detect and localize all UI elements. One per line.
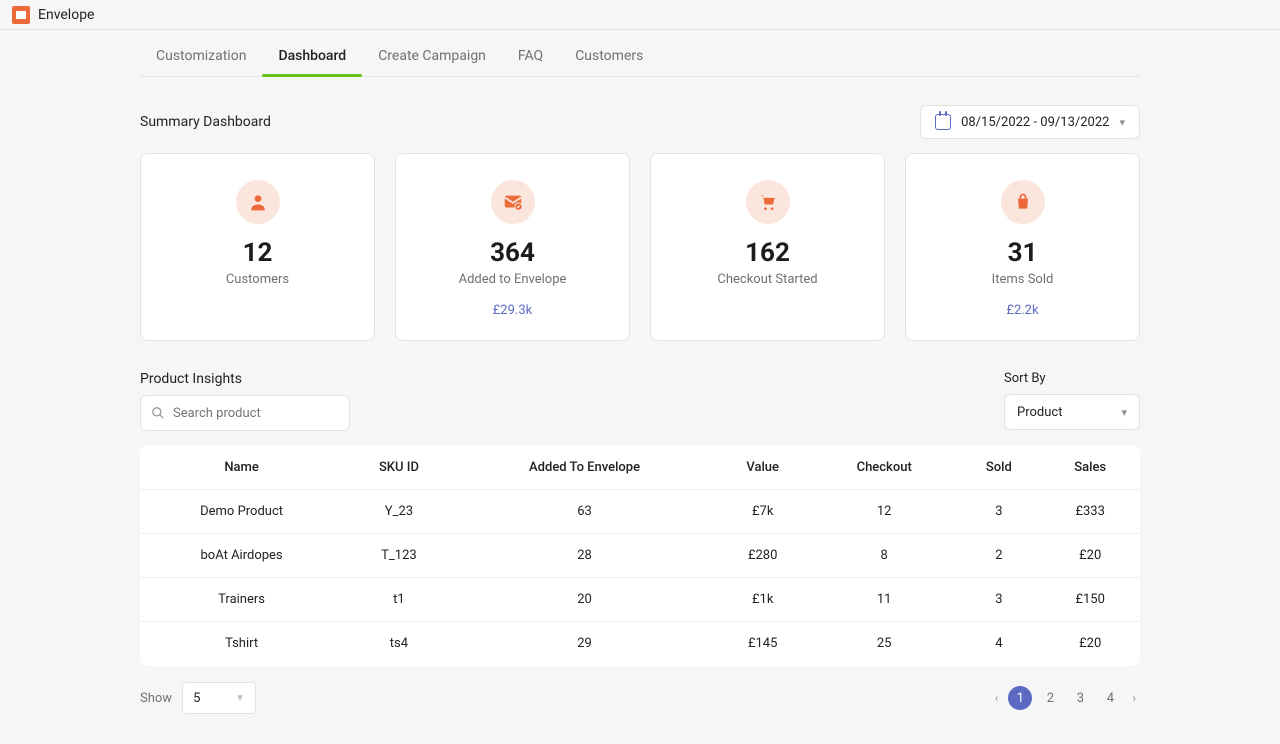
user-icon bbox=[236, 180, 280, 224]
product-table: NameSKU IDAdded To EnvelopeValueCheckout… bbox=[140, 445, 1140, 666]
table-row: Tshirtts429£145254£20 bbox=[141, 622, 1140, 666]
cell-value: £1k bbox=[713, 578, 812, 622]
card-subvalue: £2.2k bbox=[1006, 303, 1038, 318]
app-logo-icon bbox=[12, 6, 30, 24]
cell-added: 20 bbox=[456, 578, 714, 622]
tab-customers[interactable]: Customers bbox=[559, 36, 659, 76]
column-header: Checkout bbox=[812, 446, 956, 490]
cell-sales: £20 bbox=[1041, 622, 1139, 666]
summary-card: 162 Checkout Started bbox=[650, 153, 885, 341]
column-header: Name bbox=[141, 446, 343, 490]
summary-cards: 12 Customers 364 Added to Envelope £29.3k 162… bbox=[140, 153, 1140, 341]
sort-select[interactable]: Product ▾ bbox=[1004, 394, 1140, 430]
tab-faq[interactable]: FAQ bbox=[502, 36, 559, 76]
cell-sold: 2 bbox=[956, 534, 1041, 578]
nav-tabs: CustomizationDashboardCreate CampaignFAQ… bbox=[140, 36, 1140, 77]
tab-customization[interactable]: Customization bbox=[140, 36, 262, 76]
pager-prev[interactable]: ‹ bbox=[991, 691, 1003, 705]
cell-sales: £150 bbox=[1041, 578, 1139, 622]
pager-page[interactable]: 4 bbox=[1098, 686, 1122, 710]
insights-title: Product Insights bbox=[140, 371, 350, 387]
table-row: boAt AirdopesT_12328£28082£20 bbox=[141, 534, 1140, 578]
cell-sold: 3 bbox=[956, 490, 1041, 534]
column-header: Added To Envelope bbox=[456, 446, 714, 490]
cell-sales: £20 bbox=[1041, 534, 1139, 578]
table-row: Demo ProductY_2363£7k123£333 bbox=[141, 490, 1140, 534]
pager-page[interactable]: 3 bbox=[1068, 686, 1092, 710]
card-subvalue: £29.3k bbox=[493, 303, 533, 318]
calendar-icon bbox=[935, 114, 951, 130]
page-size-select[interactable]: 5 ▼ bbox=[182, 682, 256, 714]
cell-sku: Y_23 bbox=[342, 490, 456, 534]
summary-card: 12 Customers bbox=[140, 153, 375, 341]
product-search[interactable] bbox=[140, 395, 350, 431]
cell-name: Trainers bbox=[141, 578, 343, 622]
cart-icon bbox=[746, 180, 790, 224]
cell-added: 28 bbox=[456, 534, 714, 578]
date-range-value: 08/15/2022 - 09/13/2022 bbox=[961, 115, 1109, 130]
show-label: Show bbox=[140, 691, 172, 706]
tab-dashboard[interactable]: Dashboard bbox=[262, 36, 362, 76]
cell-added: 63 bbox=[456, 490, 714, 534]
summary-title: Summary Dashboard bbox=[140, 114, 271, 130]
card-label: Checkout Started bbox=[717, 272, 817, 287]
cell-added: 29 bbox=[456, 622, 714, 666]
column-header: Sold bbox=[956, 446, 1041, 490]
cell-name: Demo Product bbox=[141, 490, 343, 534]
cell-checkout: 8 bbox=[812, 534, 956, 578]
pager-next[interactable]: › bbox=[1128, 691, 1140, 705]
caret-down-icon: ▼ bbox=[235, 693, 245, 704]
cell-sku: ts4 bbox=[342, 622, 456, 666]
top-bar: Envelope bbox=[0, 0, 1280, 30]
tab-create-campaign[interactable]: Create Campaign bbox=[362, 36, 502, 76]
cell-checkout: 25 bbox=[812, 622, 956, 666]
card-value: 12 bbox=[243, 238, 273, 268]
summary-card: 31 Items Sold £2.2k bbox=[905, 153, 1140, 341]
sort-label: Sort By bbox=[1004, 371, 1140, 386]
card-value: 31 bbox=[1008, 238, 1038, 268]
cell-sku: T_123 bbox=[342, 534, 456, 578]
pager-page[interactable]: 1 bbox=[1008, 686, 1032, 710]
column-header: Sales bbox=[1041, 446, 1139, 490]
cell-value: £280 bbox=[713, 534, 812, 578]
pager-page[interactable]: 2 bbox=[1038, 686, 1062, 710]
sort-value: Product bbox=[1017, 405, 1062, 420]
card-value: 364 bbox=[490, 238, 535, 268]
cell-checkout: 11 bbox=[812, 578, 956, 622]
cell-sold: 4 bbox=[956, 622, 1041, 666]
chevron-down-icon: ▾ bbox=[1121, 406, 1127, 419]
pagination: ‹ 1234 › bbox=[991, 686, 1140, 710]
cell-value: £145 bbox=[713, 622, 812, 666]
cell-sales: £333 bbox=[1041, 490, 1139, 534]
table-row: Trainerst120£1k113£150 bbox=[141, 578, 1140, 622]
cell-checkout: 12 bbox=[812, 490, 956, 534]
cell-value: £7k bbox=[713, 490, 812, 534]
column-header: Value bbox=[713, 446, 812, 490]
card-value: 162 bbox=[745, 238, 790, 268]
summary-card: 364 Added to Envelope £29.3k bbox=[395, 153, 630, 341]
envelope-icon bbox=[491, 180, 535, 224]
search-input[interactable] bbox=[173, 406, 339, 421]
cell-sold: 3 bbox=[956, 578, 1041, 622]
date-range-picker[interactable]: 08/15/2022 - 09/13/2022 ▾ bbox=[920, 105, 1140, 139]
column-header: SKU ID bbox=[342, 446, 456, 490]
card-label: Customers bbox=[226, 272, 289, 287]
app-name: Envelope bbox=[38, 7, 94, 23]
cell-name: boAt Airdopes bbox=[141, 534, 343, 578]
chevron-down-icon: ▾ bbox=[1119, 116, 1125, 129]
card-label: Added to Envelope bbox=[459, 272, 567, 287]
cell-name: Tshirt bbox=[141, 622, 343, 666]
card-label: Items Sold bbox=[992, 272, 1054, 287]
cell-sku: t1 bbox=[342, 578, 456, 622]
bag-icon bbox=[1001, 180, 1045, 224]
page-size-value: 5 bbox=[193, 691, 200, 706]
search-icon bbox=[151, 406, 165, 420]
